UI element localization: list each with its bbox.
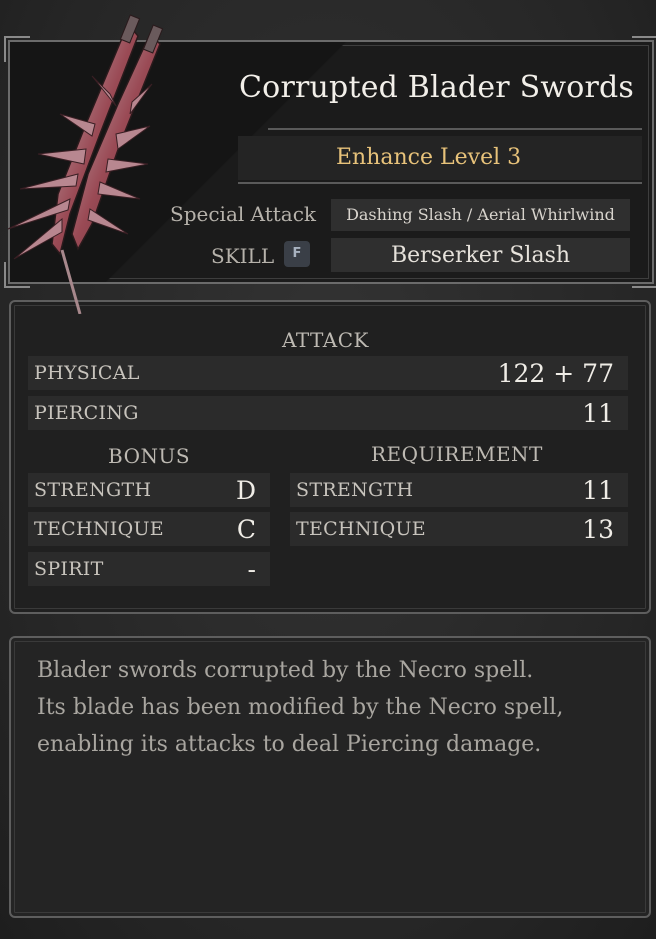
bonus-heading: BONUS [108,444,191,468]
stat-value: 11 [582,399,614,428]
stat-value: - [247,555,256,584]
item-name: Corrupted Blader Swords [239,70,634,105]
stat-label: STRENGTH [34,479,152,501]
description-line: enabling its attacks to deal Piercing da… [37,732,542,757]
attack-row-piercing: PIERCING 11 [28,396,628,430]
stat-value: 13 [582,515,614,544]
attack-row-physical: PHYSICAL 122 + 77 [28,356,628,390]
special-attack-value: Dashing Slash / Aerial Whirlwind [346,205,615,224]
skill-value: Berserker Slash [390,243,571,268]
requirement-row-technique: TECHNIQUE 13 [290,512,628,546]
bonus-row-strength: STRENGTH D [28,473,270,507]
stat-label: PHYSICAL [34,362,140,384]
divider [238,182,642,184]
divider [268,128,642,130]
requirement-heading: REQUIREMENT [371,442,543,466]
corrupted-blader-swords-icon [7,14,164,314]
requirement-row-strength: STRENGTH 11 [290,473,628,507]
stat-label: STRENGTH [296,479,414,501]
stat-value: 11 [582,476,614,505]
attack-heading: ATTACK [282,328,369,352]
corner-ornament [632,36,656,62]
skill-label: SKILL [211,244,275,268]
bonus-row-technique: TECHNIQUE C [28,512,270,546]
stat-label: PIERCING [34,402,139,424]
stat-label: TECHNIQUE [34,518,164,540]
description-line: Its blade has been modified by the Necro… [37,695,564,720]
f-key-icon: F [284,241,310,267]
stat-value: 122 + 77 [497,359,614,388]
special-attack-label: Special Attack [170,202,317,226]
stat-value: C [236,515,256,544]
enhance-level: Enhance Level 3 [336,145,522,170]
stat-label: TECHNIQUE [296,518,426,540]
description-panel: Blader swords corrupted by the Necro spe… [9,636,651,918]
description-line: Blader swords corrupted by the Necro spe… [37,658,534,683]
stat-value: D [235,476,256,505]
bonus-row-spirit: SPIRIT - [28,552,270,586]
corner-ornament [632,262,656,288]
stat-label: SPIRIT [34,558,104,580]
